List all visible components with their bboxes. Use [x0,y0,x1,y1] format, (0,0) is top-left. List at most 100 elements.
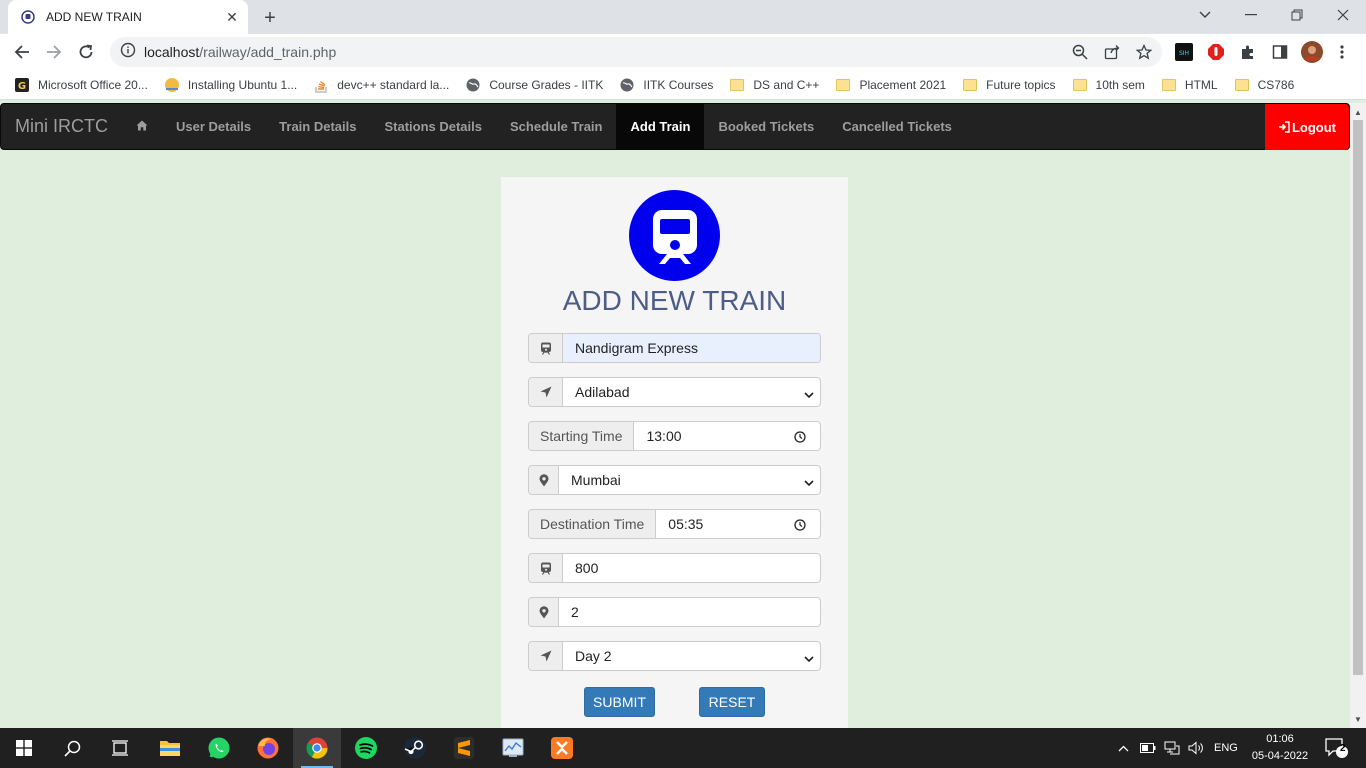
browser-tab[interactable]: ADD NEW TRAIN ✕ [8,0,248,34]
firefox-icon[interactable] [244,728,292,768]
bookmark-folder[interactable]: Placement 2021 [835,77,946,93]
bookmark-folder[interactable]: HTML [1161,77,1218,93]
tab-title: ADD NEW TRAIN [46,10,142,24]
nav-schedule-train[interactable]: Schedule Train [496,104,616,150]
clock-icon[interactable] [794,430,806,446]
page-scrollbar[interactable]: ▲ ▼ [1350,103,1366,728]
volume-icon[interactable] [1186,741,1206,755]
bookmark-star-icon[interactable] [1132,40,1156,64]
scroll-down-icon[interactable]: ▼ [1350,712,1366,726]
browser-tab-strip: ADD NEW TRAIN ✕ + [0,0,1366,34]
minimize-window-icon[interactable] [1228,0,1274,30]
bookmark-item[interactable]: G Microsoft Office 20... [14,77,148,93]
share-icon[interactable] [1100,40,1124,64]
system-monitor-icon[interactable] [489,728,537,768]
sublime-text-icon[interactable] [440,728,488,768]
restore-window-icon[interactable] [1274,0,1320,30]
clock-icon[interactable] [794,518,806,534]
zoom-icon[interactable] [1068,40,1092,64]
clock-date: 05-04-2022 [1251,750,1309,762]
chevron-up-icon[interactable] [1114,745,1132,752]
logout-icon [1278,121,1290,133]
address-bar[interactable]: localhost/railway/add_train.php [110,37,1162,67]
stops-input[interactable]: 2 [559,598,820,626]
starting-time-input[interactable]: 13:00 [634,422,820,450]
bookmark-folder[interactable]: CS786 [1234,77,1294,93]
submit-button[interactable]: SUBMIT [584,687,655,717]
day-group: Day 2 [528,641,821,671]
search-icon[interactable] [48,728,96,768]
nav-booked-tickets[interactable]: Booked Tickets [704,104,828,150]
file-explorer-icon[interactable] [146,728,194,768]
globe-icon [465,77,481,93]
logout-button[interactable]: Logout [1265,104,1349,150]
nav-train-details[interactable]: Train Details [265,104,370,150]
nav-home[interactable] [122,104,162,150]
bookmark-item[interactable]: Course Grades - IITK [465,77,603,93]
reset-button[interactable]: RESET [699,687,765,717]
bookmark-item[interactable]: Installing Ubuntu 1... [164,77,297,93]
train-name-input[interactable]: Nandigram Express [563,334,820,362]
bookmark-folder[interactable]: DS and C++ [729,77,819,93]
battery-icon[interactable] [1138,743,1158,753]
source-station-select[interactable]: Adilabad [563,378,820,406]
language-indicator[interactable]: ENG [1214,742,1238,754]
sih-extension-icon[interactable]: SIH [1172,40,1196,64]
train-logo-icon [629,190,720,281]
close-window-icon[interactable] [1320,0,1366,30]
destination-time-input[interactable]: 05:35 [656,510,820,538]
back-icon[interactable] [8,38,36,66]
location-arrow-icon [529,642,563,670]
bookmark-folder[interactable]: Future topics [962,77,1056,93]
app-navbar: Mini IRCTC User Details Train Details St… [0,103,1350,150]
train-icon [529,334,563,362]
chrome-icon[interactable] [293,728,341,768]
network-icon[interactable] [1162,741,1182,755]
site-info-icon[interactable] [120,42,136,63]
adblock-extension-icon[interactable] [1204,40,1228,64]
xampp-icon[interactable] [538,728,586,768]
home-icon [136,119,148,134]
notifications-icon[interactable]: 2 [1314,728,1358,768]
starting-time-group: Starting Time 13:00 [528,421,821,451]
folder-icon [1234,77,1250,93]
brand-link[interactable]: Mini IRCTC [1,103,122,150]
nav-cancelled-tickets[interactable]: Cancelled Tickets [828,104,966,150]
distance-input[interactable]: 800 [563,554,820,582]
profile-avatar[interactable] [1300,40,1324,64]
globe-icon [619,77,635,93]
steam-icon[interactable] [391,728,439,768]
taskbar-clock[interactable]: 01:06 05-04-2022 [1245,731,1315,765]
bookmark-item[interactable]: IITK Courses [619,77,713,93]
nav-user-details[interactable]: User Details [162,104,265,150]
forward-icon[interactable] [40,38,68,66]
notification-count: 2 [1340,743,1346,754]
bookmark-folder[interactable]: 10th sem [1072,77,1145,93]
system-tray: ENG [1114,728,1238,768]
side-panel-icon[interactable] [1268,40,1292,64]
tab-search-icon[interactable] [1182,0,1228,30]
day-select[interactable]: Day 2 [563,642,820,670]
scroll-up-icon[interactable]: ▲ [1350,105,1366,119]
browser-menu-icon[interactable] [1330,40,1354,64]
destination-station-select[interactable]: Mumbai [559,466,820,494]
bookmark-item[interactable]: devc++ standard la... [313,77,449,93]
starting-time-label: Starting Time [529,422,635,450]
whatsapp-icon[interactable] [195,728,243,768]
url-text: localhost/railway/add_train.php [144,44,337,60]
nav-add-train[interactable]: Add Train [616,103,705,150]
chevron-down-icon [804,474,814,490]
task-view-icon[interactable] [96,728,144,768]
close-tab-icon[interactable]: ✕ [222,7,242,27]
spotify-icon[interactable] [342,728,390,768]
reload-icon[interactable] [72,38,100,66]
grammarly-icon: G [14,77,30,93]
nav-stations-details[interactable]: Stations Details [370,104,496,150]
extensions-puzzle-icon[interactable] [1236,40,1260,64]
distance-group: 800 [528,553,821,583]
scroll-thumb[interactable] [1353,120,1363,675]
train-name-group: Nandigram Express [528,333,821,363]
windows-start-icon[interactable] [0,728,48,768]
new-tab-button[interactable]: + [258,6,282,30]
browser-toolbar: localhost/railway/add_train.php SIH [0,34,1366,70]
